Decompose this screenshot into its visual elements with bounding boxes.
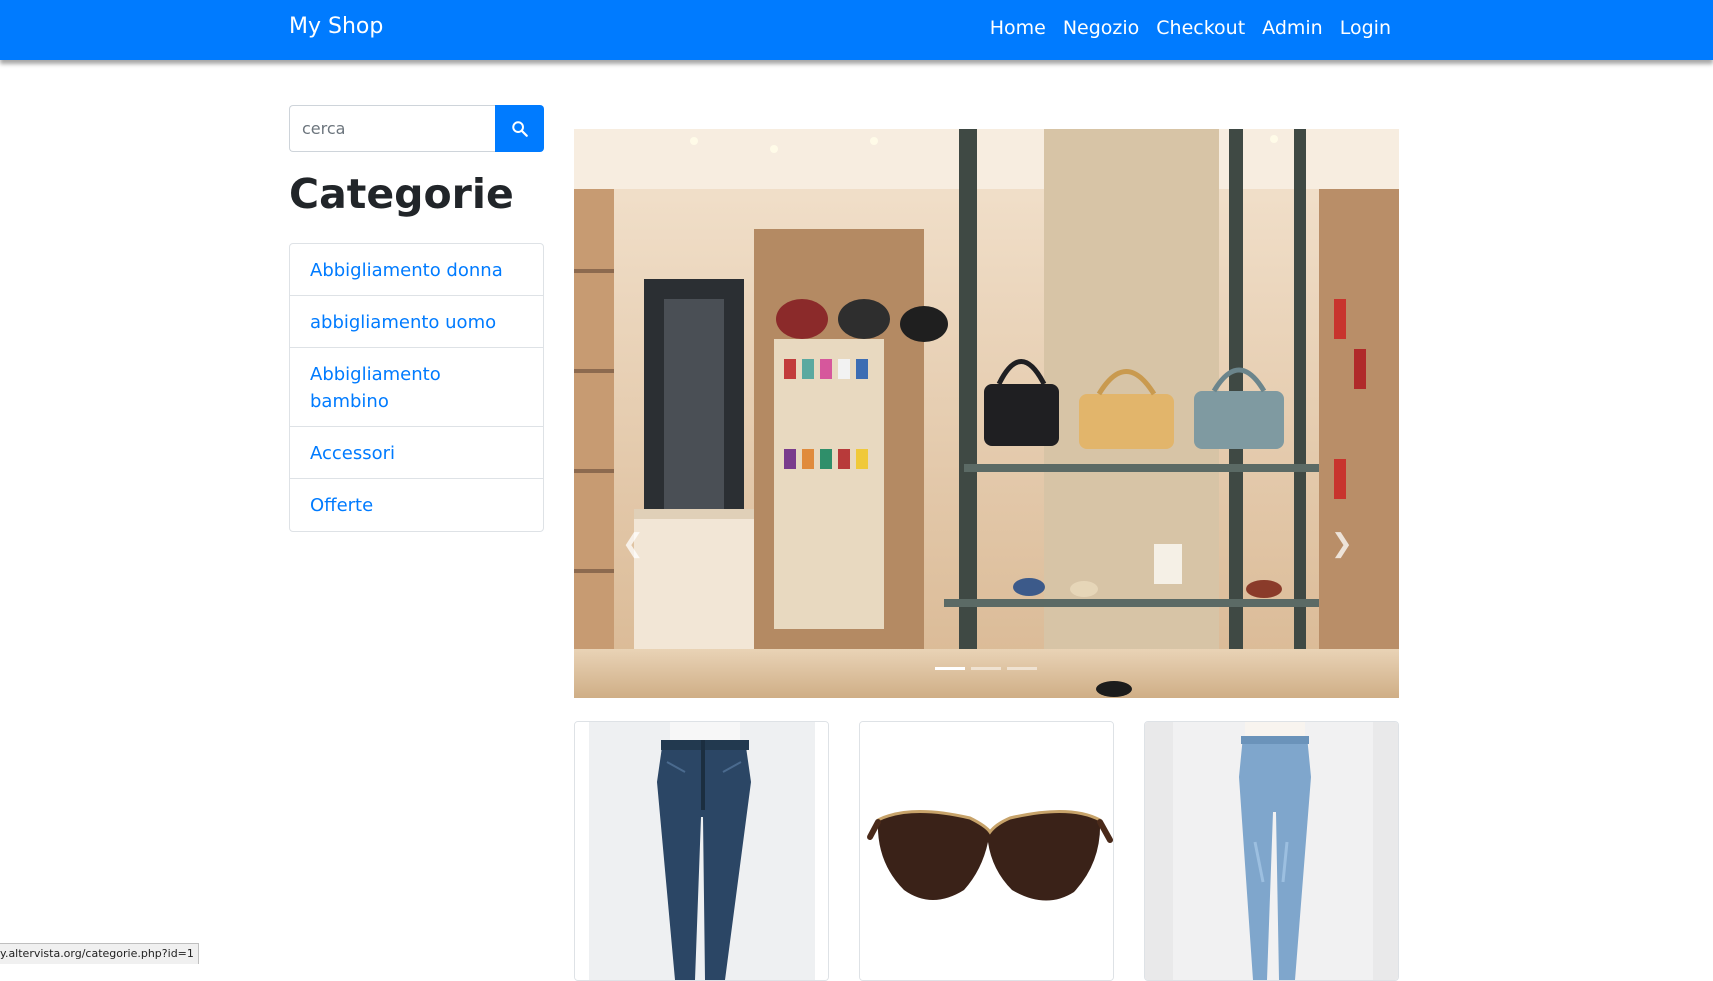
carousel-indicator-2[interactable] [971,667,1001,670]
product-card[interactable] [1144,721,1399,981]
categories-title: Categorie [289,170,514,218]
product-card[interactable] [859,721,1114,981]
brand-link[interactable]: My Shop [289,14,383,39]
status-bar-url: y.altervista.org/categorie.php?id=1 [0,943,199,964]
category-item[interactable]: Accessori [290,427,543,479]
carousel-slide-image [574,129,1399,698]
nav-link-login[interactable]: Login [1340,17,1391,39]
product-card[interactable] [574,721,829,981]
search-group [289,105,544,152]
nav-link-checkout[interactable]: Checkout [1156,17,1245,39]
carousel-indicators [935,667,1037,670]
nav-links: Home Negozio Checkout Admin Login [990,17,1391,39]
search-button[interactable] [495,105,544,152]
category-link-abbigliamento-uomo[interactable]: abbigliamento uomo [310,309,523,336]
category-item[interactable]: Abbigliamento donna [290,244,543,296]
category-item[interactable]: Offerte [290,479,543,531]
carousel-indicator-3[interactable] [1007,667,1037,670]
product-image-men-jeans [575,722,828,980]
chevron-right-icon[interactable]: ❯ [1331,529,1353,559]
search-icon [511,120,528,137]
nav-link-negozio[interactable]: Negozio [1063,17,1139,39]
search-input[interactable] [289,105,495,152]
category-link-abbigliamento-donna[interactable]: Abbigliamento donna [310,257,523,284]
navbar: My Shop Home Negozio Checkout Admin Logi… [0,0,1713,60]
category-list: Abbigliamento donna abbigliamento uomo A… [289,243,544,532]
product-image-women-jeans [1145,722,1398,980]
category-item[interactable]: Abbigliamento bambino [290,348,543,427]
category-item[interactable]: abbigliamento uomo [290,296,543,348]
category-link-offerte[interactable]: Offerte [310,492,523,519]
chevron-left-icon[interactable]: ❮ [622,529,644,559]
category-link-accessori[interactable]: Accessori [310,440,523,467]
nav-link-home[interactable]: Home [990,17,1046,39]
category-link-abbigliamento-bambino[interactable]: Abbigliamento bambino [310,361,470,415]
nav-link-admin[interactable]: Admin [1262,17,1323,39]
product-image-sunglasses [860,722,1113,980]
carousel[interactable]: ❮ ❯ [574,129,1399,698]
carousel-indicator-1[interactable] [935,667,965,670]
